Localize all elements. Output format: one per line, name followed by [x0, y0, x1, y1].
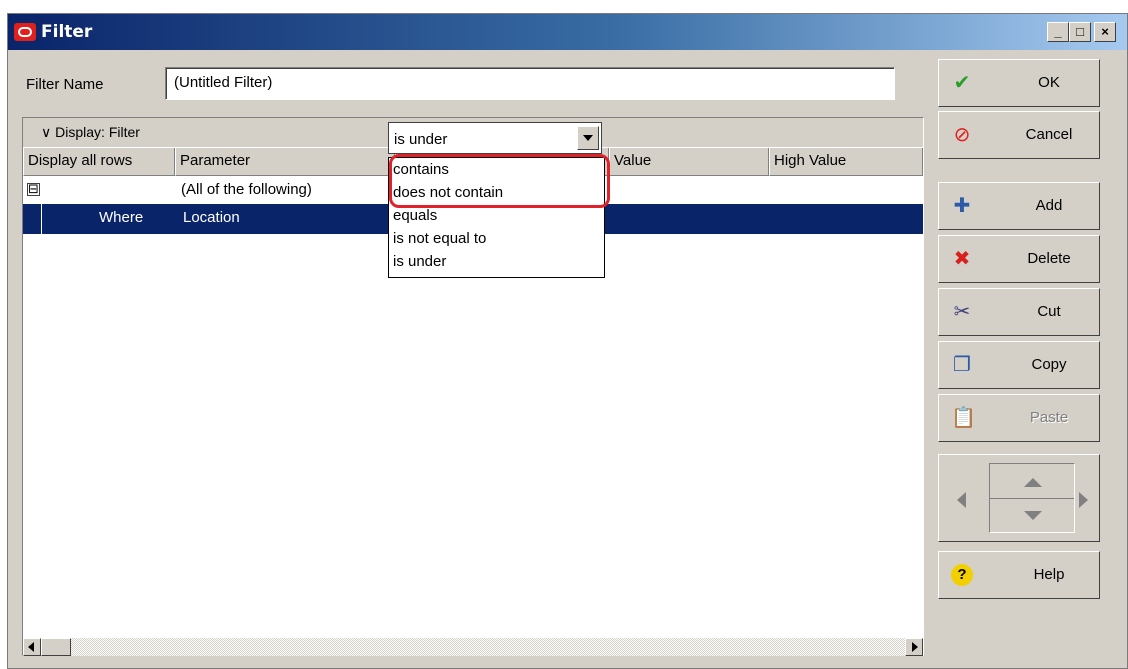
filter-name-label: Filter Name	[26, 76, 104, 93]
cut-label: Cut	[1037, 303, 1061, 320]
parameter-cell[interactable]: Location	[183, 209, 240, 226]
where-label: Where	[99, 209, 144, 226]
row-marker	[41, 204, 42, 234]
move-right-icon[interactable]	[1079, 492, 1088, 508]
delete-label: Delete	[1027, 250, 1071, 267]
option-is-under[interactable]: is under	[393, 253, 446, 270]
ok-label: OK	[1038, 74, 1060, 91]
all-of-following-label: (All of the following)	[181, 181, 312, 198]
help-question-icon: ?	[951, 564, 973, 586]
annotation-highlight	[389, 154, 610, 208]
ok-button[interactable]: ✔ OK	[938, 59, 1100, 107]
scissors-icon: ✂	[953, 301, 971, 323]
title-bar[interactable]: Filter _ □ ×	[8, 14, 1127, 50]
help-button[interactable]: ? Help	[938, 551, 1100, 599]
window-title: Filter	[41, 22, 93, 42]
copy-label: Copy	[1031, 356, 1067, 373]
copy-button[interactable]: ❐ Copy	[938, 341, 1100, 389]
group-label: ∨ Display: Filter	[41, 124, 140, 140]
divider	[990, 498, 1074, 499]
move-up-down-group	[989, 463, 1075, 533]
column-header-value[interactable]: Value	[609, 148, 769, 176]
move-navigation-pad	[938, 454, 1100, 542]
delete-x-icon: ✖	[953, 248, 971, 270]
horizontal-scrollbar[interactable]	[23, 638, 923, 656]
minimize-button[interactable]: _	[1047, 22, 1069, 42]
move-up-icon[interactable]	[1024, 478, 1042, 487]
operator-selected-value: is under	[394, 131, 448, 148]
collapse-icon[interactable]: ⊟	[27, 182, 40, 196]
plus-icon: ✚	[953, 195, 971, 217]
clipboard-icon: 📋	[951, 407, 976, 429]
close-button[interactable]: ×	[1094, 22, 1116, 42]
add-label: Add	[1035, 197, 1063, 214]
delete-button[interactable]: ✖ Delete	[938, 235, 1100, 283]
option-is-not-equal-to[interactable]: is not equal to	[393, 230, 486, 247]
scroll-left-button[interactable]	[23, 638, 41, 656]
cancel-button[interactable]: ⊘ Cancel	[938, 111, 1100, 159]
column-header-display-all-rows[interactable]: Display all rows	[23, 148, 175, 176]
cut-button[interactable]: ✂ Cut	[938, 288, 1100, 336]
paste-button[interactable]: 📋 Paste	[938, 394, 1100, 442]
column-header-high-value[interactable]: High Value	[769, 148, 923, 176]
column-header-parameter[interactable]: Parameter	[175, 148, 395, 176]
copy-icon: ❐	[953, 354, 971, 376]
maximize-button[interactable]: □	[1069, 22, 1091, 42]
scroll-right-button[interactable]	[905, 638, 923, 656]
chevron-down-icon[interactable]	[577, 126, 599, 150]
cancel-icon: ⊘	[953, 124, 971, 146]
oracle-logo-icon	[14, 23, 36, 41]
move-down-icon[interactable]	[1024, 511, 1042, 520]
add-button[interactable]: ✚ Add	[938, 182, 1100, 230]
filter-dialog: Filter _ □ × Filter Name (Untitled Filte…	[7, 13, 1128, 669]
cancel-label: Cancel	[1025, 126, 1073, 143]
move-left-icon[interactable]	[957, 492, 966, 508]
checkmark-icon: ✔	[953, 72, 971, 94]
operator-select[interactable]: is under	[388, 122, 602, 154]
scroll-thumb[interactable]	[41, 638, 71, 656]
filter-name-input[interactable]: (Untitled Filter)	[165, 67, 895, 100]
paste-label: Paste	[1029, 409, 1069, 426]
option-equals[interactable]: equals	[393, 207, 437, 224]
help-label: Help	[1033, 566, 1065, 583]
